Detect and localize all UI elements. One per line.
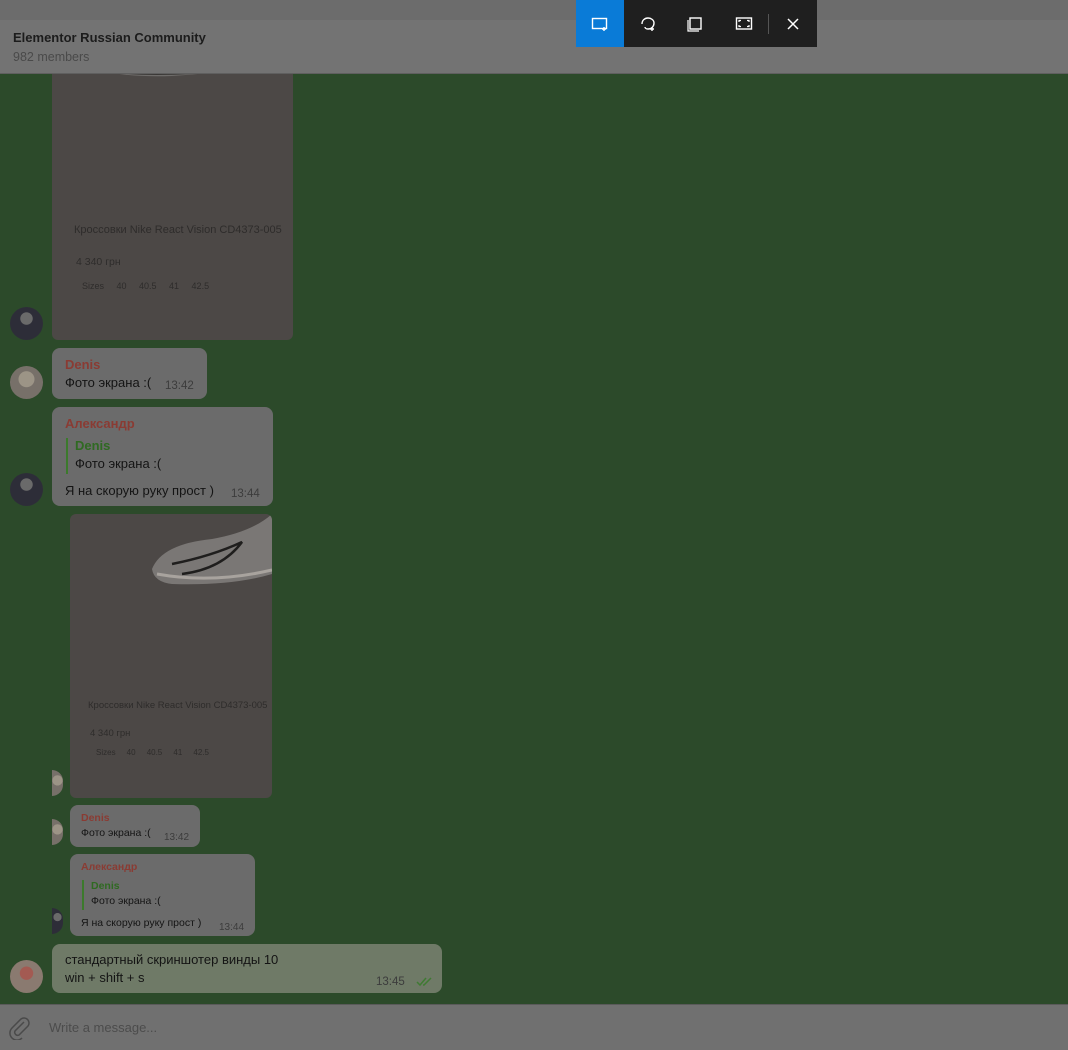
message-bubble[interactable]: стандартный скриншотер винды 10 win + sh… bbox=[52, 944, 442, 993]
chat-title[interactable]: Elementor Russian Community bbox=[13, 30, 206, 45]
sender-name[interactable]: Denis bbox=[65, 357, 100, 372]
message-time: 13:42 bbox=[164, 832, 190, 843]
shoe-photo-fragment bbox=[119, 74, 198, 77]
avatar[interactable] bbox=[10, 960, 43, 993]
avatar[interactable] bbox=[10, 366, 43, 399]
reply-quote[interactable]: Denis Фото экрана :( bbox=[66, 438, 161, 474]
avatar[interactable] bbox=[10, 473, 43, 506]
photo-sizes: Sizes 40 40.5 41 42.5 bbox=[82, 281, 210, 291]
photo-caption: Кроссовки Nike React Vision CD4373-005 bbox=[74, 224, 282, 236]
window-top-strip bbox=[0, 0, 1068, 20]
avatar bbox=[52, 770, 63, 796]
message-text: стандартный скриншотер винды 10 bbox=[65, 952, 279, 967]
message-input[interactable]: Write a message... bbox=[49, 1020, 157, 1035]
sender-name[interactable]: Александр bbox=[81, 861, 137, 873]
message-bubble[interactable]: Denis Фото экрана :( 13:42 bbox=[52, 348, 207, 399]
message-list[interactable]: Кроссовки Nike React Vision CD4373-005 4… bbox=[0, 74, 1068, 1004]
rectangular-snip-icon bbox=[591, 17, 608, 31]
fullscreen-snip-button[interactable] bbox=[720, 0, 768, 47]
message-text: win + shift + s bbox=[65, 970, 145, 985]
quote-text: Фото экрана :( bbox=[91, 895, 161, 907]
attach-icon[interactable] bbox=[8, 1016, 30, 1040]
message-bubble[interactable]: Александр Denis Фото экрана :( Я на скор… bbox=[52, 407, 273, 506]
avatar bbox=[52, 819, 63, 845]
message-composer: Write a message... bbox=[0, 1004, 1068, 1050]
freeform-snip-icon bbox=[641, 16, 655, 31]
reply-quote[interactable]: Denis Фото экрана :( bbox=[82, 880, 161, 910]
close-snip-button[interactable] bbox=[769, 0, 817, 47]
quote-sender: Denis bbox=[91, 880, 120, 892]
photo-message[interactable]: Кроссовки Nike React Vision CD4373-005 4… bbox=[70, 514, 272, 798]
message-bubble[interactable]: Denis Фото экрана :( 13:42 bbox=[70, 805, 200, 847]
shoe-photo bbox=[152, 514, 272, 585]
rectangular-snip-button[interactable] bbox=[576, 0, 624, 47]
message-time: 13:44 bbox=[219, 922, 245, 933]
message-text: Я на скорую руку прост ) bbox=[65, 483, 214, 498]
chat-header[interactable]: Elementor Russian Community 982 members bbox=[0, 20, 1068, 74]
message-time: 13:45 bbox=[376, 976, 405, 988]
message-text: Фото экрана :( bbox=[65, 375, 152, 390]
photo-price: 4 340 грн bbox=[90, 728, 131, 739]
photo-message[interactable]: Кроссовки Nike React Vision CD4373-005 4… bbox=[52, 74, 293, 340]
quote-text: Фото экрана :( bbox=[75, 456, 162, 471]
window-snip-icon bbox=[687, 16, 702, 32]
snip-toolbar bbox=[576, 0, 817, 47]
member-count: 982 members bbox=[13, 50, 90, 64]
message-text: Я на скорую руку прост ) bbox=[81, 917, 202, 929]
sender-name[interactable]: Denis bbox=[81, 812, 110, 824]
message-text: Фото экрана :( bbox=[81, 827, 151, 839]
photo-price: 4 340 грн bbox=[76, 256, 121, 268]
fullscreen-snip-icon bbox=[735, 16, 753, 30]
message-time: 13:44 bbox=[231, 488, 260, 500]
message-bubble[interactable]: Александр Denis Фото экрана :( Я на скор… bbox=[70, 854, 255, 936]
quote-sender: Denis bbox=[75, 438, 111, 453]
avatar[interactable] bbox=[10, 307, 43, 340]
window-snip-button[interactable] bbox=[672, 0, 720, 47]
avatar bbox=[52, 908, 63, 934]
sender-name[interactable]: Александр bbox=[65, 416, 135, 431]
photo-sizes: Sizes 40 40.5 41 42.5 bbox=[96, 748, 209, 757]
photo-caption: Кроссовки Nike React Vision CD4373-005 bbox=[88, 700, 268, 711]
freeform-snip-button[interactable] bbox=[624, 0, 672, 47]
close-icon bbox=[787, 17, 799, 30]
message-time: 13:42 bbox=[165, 380, 194, 392]
double-check-icon bbox=[416, 977, 432, 987]
